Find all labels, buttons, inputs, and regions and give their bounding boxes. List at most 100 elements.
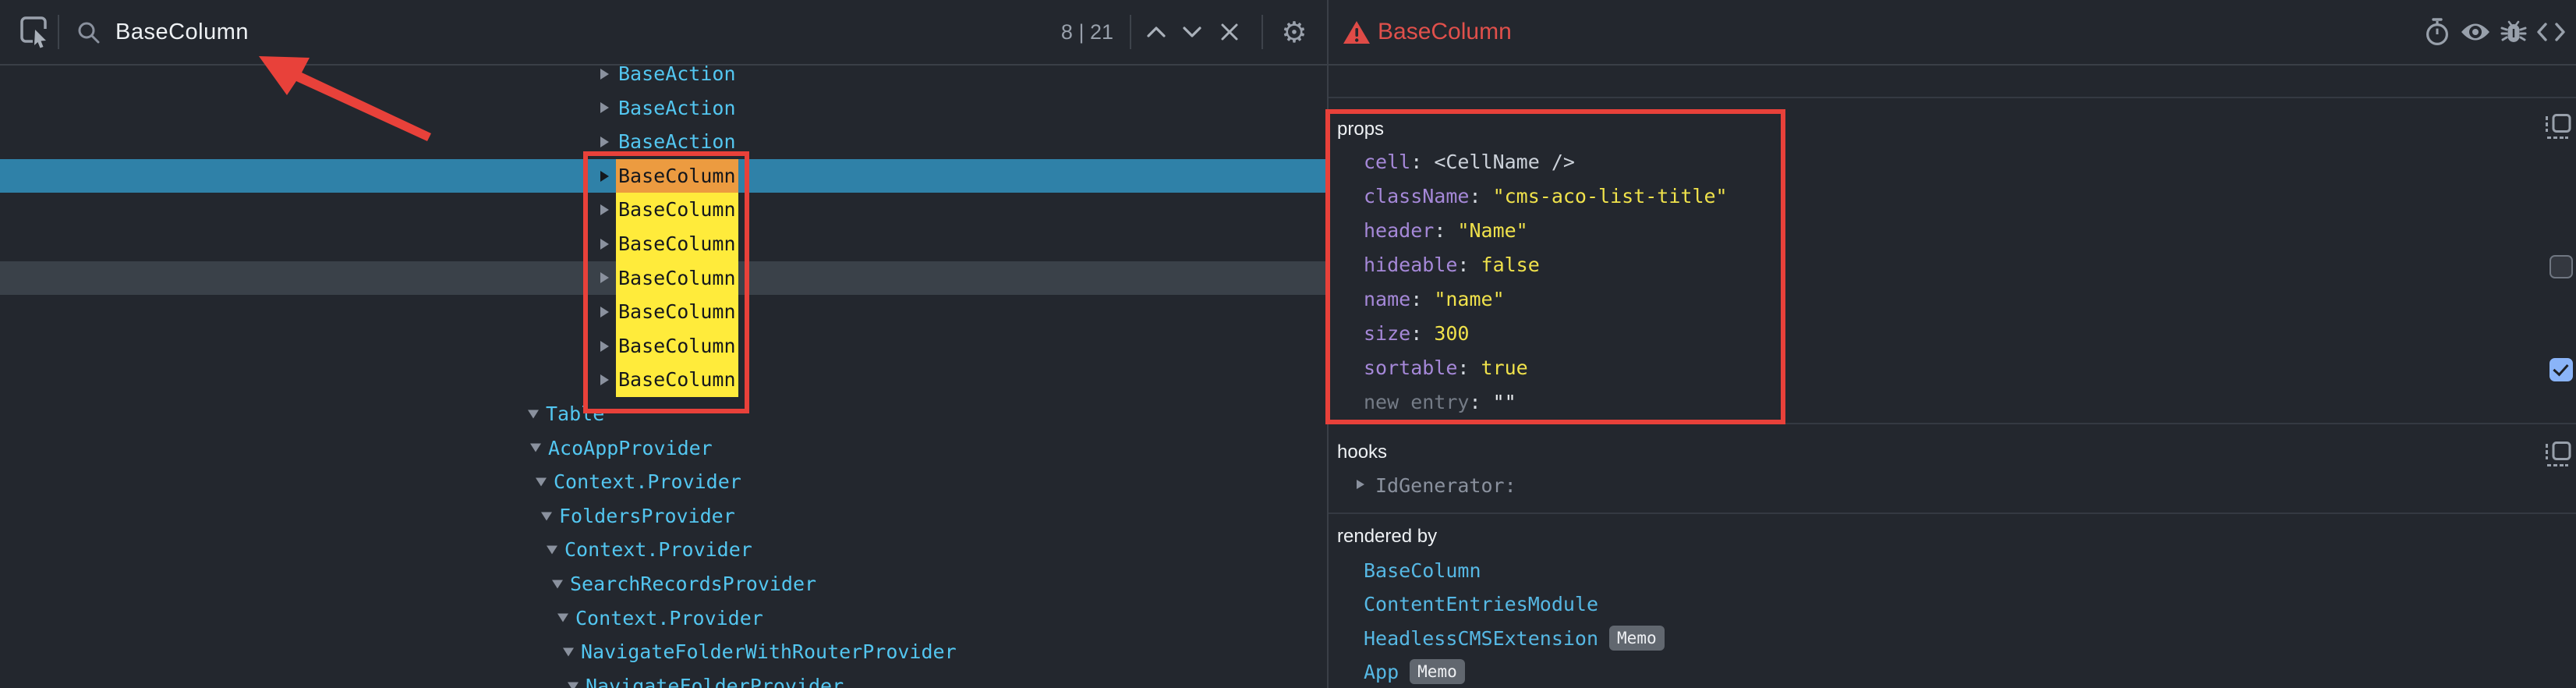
tree-row[interactable]: BaseColumn	[0, 193, 1327, 227]
tree-row[interactable]: Table	[0, 397, 1327, 431]
tree-row[interactable]: BaseColumn	[0, 159, 1327, 193]
props-section-title: props	[1337, 118, 1384, 141]
collapse-twisty-icon[interactable]	[530, 444, 541, 452]
view-source-button[interactable]	[2532, 0, 2570, 64]
prop-row: new entry: ""	[1364, 385, 1516, 420]
prop-separator: :	[1410, 288, 1434, 310]
collapse-twisty-icon[interactable]	[563, 647, 574, 656]
bug-icon	[2500, 19, 2527, 45]
prop-key: className	[1364, 185, 1469, 207]
prop-separator: :	[1410, 151, 1434, 173]
rendered-by-section-title: rendered by	[1337, 525, 1437, 548]
expand-twisty-icon[interactable]	[600, 307, 609, 317]
tree-row[interactable]: BaseColumn	[0, 363, 1327, 397]
prop-row: name: "name"	[1364, 282, 1505, 317]
collapse-twisty-icon[interactable]	[547, 546, 557, 555]
owner-link[interactable]: ContentEntriesModule	[1364, 593, 1598, 615]
expand-twisty-icon[interactable]	[600, 137, 609, 147]
prop-key: header	[1364, 219, 1434, 242]
toolbar-divider	[58, 15, 59, 49]
prop-value: <CellName />	[1434, 151, 1575, 173]
tree-row[interactable]: BaseColumn	[0, 329, 1327, 364]
prop-value[interactable]: false	[1481, 254, 1540, 276]
tree-row[interactable]: AcoAppProvider	[0, 431, 1327, 466]
owner-row: ContentEntriesModule	[1364, 587, 1598, 621]
component-name: NavigateFolderProvider	[583, 669, 846, 688]
component-name: BaseColumn	[616, 159, 738, 193]
tree-row[interactable]: NavigateFolderProvider	[0, 669, 1327, 688]
component-name: Context.Provider	[573, 601, 766, 636]
collapse-twisty-icon[interactable]	[528, 410, 539, 418]
expand-twisty-icon[interactable]	[600, 171, 609, 182]
expand-twisty-icon[interactable]	[1357, 480, 1364, 489]
owner-link[interactable]: App	[1364, 661, 1399, 683]
close-icon	[1220, 23, 1239, 41]
tree-row[interactable]: Context.Provider	[0, 533, 1327, 567]
tree-row[interactable]: SearchRecordsProvider	[0, 567, 1327, 601]
component-name: BaseAction	[616, 64, 738, 91]
collapse-twisty-icon[interactable]	[541, 512, 552, 520]
search-input[interactable]: BaseColumn	[115, 0, 249, 64]
prop-value[interactable]: true	[1481, 356, 1528, 379]
prop-checkbox-sortable[interactable]	[2549, 358, 2573, 381]
component-name: SearchRecordsProvider	[568, 567, 819, 601]
tree-row[interactable]: FoldersProvider	[0, 499, 1327, 534]
owner-link[interactable]: HeadlessCMSExtension	[1364, 627, 1598, 650]
prop-separator: :	[1469, 185, 1492, 207]
collapse-twisty-icon[interactable]	[552, 580, 563, 588]
tree-row[interactable]: BaseColumn	[0, 227, 1327, 261]
hook-name: IdGenerator:	[1375, 469, 1516, 503]
tree-row[interactable]: NavigateFolderWithRouterProvider	[0, 635, 1327, 669]
next-match-button[interactable]	[1174, 0, 1210, 64]
expand-twisty-icon[interactable]	[600, 239, 609, 250]
owner-row: HeadlessCMSExtensionMemo	[1364, 622, 1665, 655]
component-name: BaseColumn	[616, 261, 738, 296]
component-name: BaseColumn	[616, 193, 738, 227]
prop-value[interactable]: "Name"	[1457, 219, 1527, 242]
tree-row[interactable]: BaseColumn	[0, 295, 1327, 329]
prop-value[interactable]: "cms-aco-list-title"	[1493, 185, 1728, 207]
inspect-element-button[interactable]	[14, 0, 58, 64]
collapse-twisty-icon[interactable]	[536, 477, 547, 486]
collapse-twisty-icon[interactable]	[568, 682, 579, 688]
prop-value[interactable]: 300	[1434, 322, 1469, 345]
prop-key: new entry	[1364, 391, 1469, 413]
copy-hooks-button[interactable]	[2545, 442, 2571, 472]
eye-icon	[2460, 21, 2491, 43]
tree-row[interactable]: Context.Provider	[0, 601, 1327, 636]
owner-link[interactable]: BaseColumn	[1364, 559, 1481, 582]
prop-checkbox-hideable[interactable]	[2549, 255, 2573, 278]
inspect-dom-button[interactable]	[2456, 0, 2495, 64]
tree-row[interactable]: BaseAction	[0, 125, 1327, 159]
clear-search-button[interactable]	[1212, 0, 1247, 64]
expand-twisty-icon[interactable]	[600, 272, 609, 283]
prop-key: sortable	[1364, 356, 1457, 379]
component-tree: BaseActionBaseActionBaseActionBaseColumn…	[0, 64, 1327, 688]
tree-row[interactable]: BaseAction	[0, 91, 1327, 126]
previous-match-button[interactable]	[1138, 0, 1174, 64]
tree-row[interactable]: BaseAction	[0, 64, 1327, 91]
expand-twisty-icon[interactable]	[600, 102, 609, 113]
timing-button[interactable]	[2419, 0, 2456, 64]
prop-key: cell	[1364, 151, 1410, 173]
expand-twisty-icon[interactable]	[600, 69, 609, 80]
expand-twisty-icon[interactable]	[600, 341, 609, 352]
tree-row[interactable]: BaseColumn	[0, 261, 1327, 296]
copy-props-button[interactable]	[2545, 114, 2571, 144]
prop-row: className: "cms-aco-list-title"	[1364, 179, 1728, 214]
section-divider	[1329, 423, 2576, 424]
settings-button[interactable]: ⚙	[1274, 0, 1315, 64]
expand-twisty-icon[interactable]	[600, 204, 609, 215]
collapse-twisty-icon[interactable]	[557, 614, 568, 622]
component-name: BaseColumn	[616, 227, 738, 261]
prop-value[interactable]: ""	[1493, 391, 1516, 413]
tree-row[interactable]: Context.Provider	[0, 465, 1327, 499]
expand-twisty-icon[interactable]	[600, 374, 609, 385]
prop-row: sortable: true	[1364, 351, 1528, 385]
prop-row: header: "Name"	[1364, 214, 1528, 248]
log-data-button[interactable]	[2495, 0, 2532, 64]
inspect-element-icon	[19, 15, 53, 49]
component-name: BaseColumn	[616, 295, 738, 329]
component-name: Context.Provider	[551, 465, 744, 499]
prop-value[interactable]: "name"	[1434, 288, 1504, 310]
